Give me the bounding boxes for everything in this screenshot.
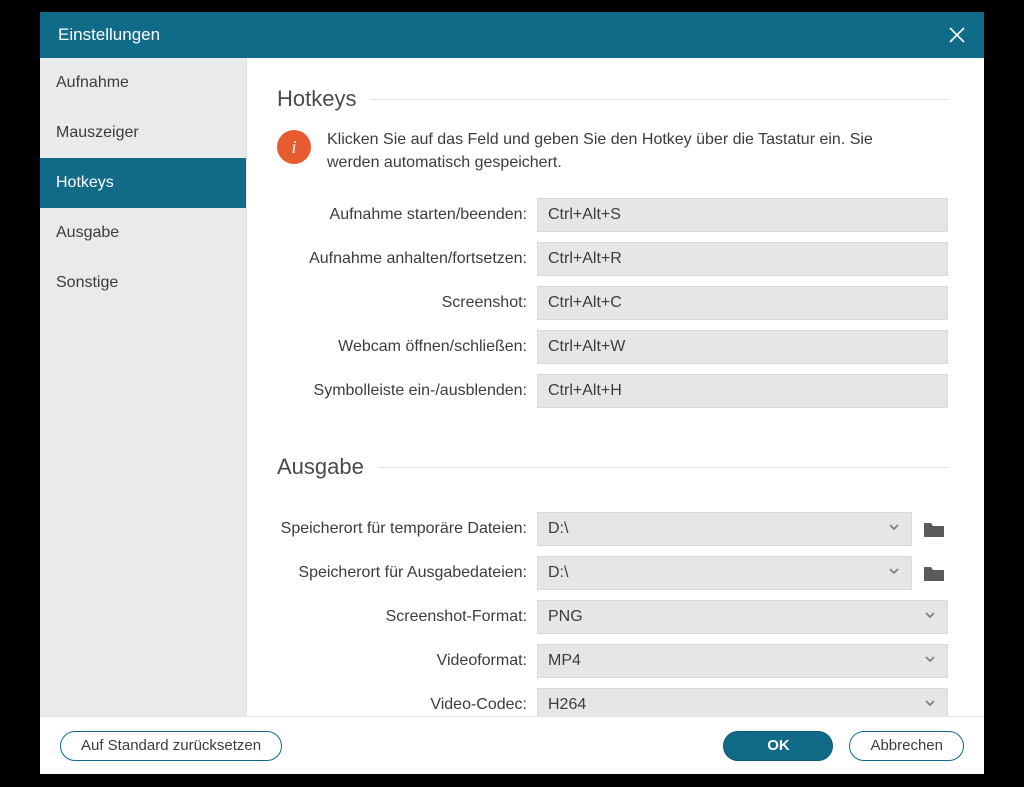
dialog-footer: Auf Standard zurücksetzen OK Abbrechen: [40, 716, 984, 774]
hotkey-input-start-stop[interactable]: Ctrl+Alt+S: [537, 198, 948, 232]
sidebar-item-mauszeiger[interactable]: Mauszeiger: [40, 108, 246, 158]
reset-defaults-button[interactable]: Auf Standard zurücksetzen: [60, 731, 282, 761]
sidebar-item-label: Hotkeys: [56, 174, 114, 192]
section-header-output: Ausgabe: [277, 454, 948, 480]
chevron-down-icon: [923, 608, 937, 627]
output-row-label: Screenshot-Format:: [277, 608, 537, 626]
video-format-select[interactable]: MP4: [537, 644, 948, 678]
hotkey-row-label: Aufnahme starten/beenden:: [277, 206, 537, 224]
chevron-down-icon: [887, 564, 901, 583]
sidebar-item-ausgabe[interactable]: Ausgabe: [40, 208, 246, 258]
main-scroll[interactable]: Hotkeys i Klicken Sie auf das Feld und g…: [247, 58, 984, 716]
chevron-down-icon: [923, 696, 937, 715]
output-row: Speicherort für Ausgabedateien: D:\: [277, 556, 948, 590]
hotkey-row-label: Aufnahme anhalten/fortsetzen:: [277, 250, 537, 268]
chevron-down-icon: [887, 520, 901, 539]
screenshot-format-select[interactable]: PNG: [537, 600, 948, 634]
hotkey-input-screenshot[interactable]: Ctrl+Alt+C: [537, 286, 948, 320]
ok-button[interactable]: OK: [723, 731, 833, 761]
hotkey-input-webcam[interactable]: Ctrl+Alt+W: [537, 330, 948, 364]
hotkey-row: Aufnahme anhalten/fortsetzen: Ctrl+Alt+R: [277, 242, 948, 276]
titlebar: Einstellungen: [40, 12, 984, 58]
dialog-body: Aufnahme Mauszeiger Hotkeys Ausgabe Sons…: [40, 58, 984, 716]
info-icon: i: [277, 130, 311, 164]
close-icon[interactable]: [948, 26, 966, 44]
sidebar-item-label: Mauszeiger: [56, 124, 139, 142]
output-row: Speicherort für temporäre Dateien: D:\: [277, 512, 948, 546]
video-codec-select[interactable]: H264: [537, 688, 948, 716]
divider: [370, 99, 948, 100]
hotkey-row: Screenshot: Ctrl+Alt+C: [277, 286, 948, 320]
output-row: Screenshot-Format: PNG: [277, 600, 948, 634]
section-title: Hotkeys: [277, 86, 356, 112]
main-panel: Hotkeys i Klicken Sie auf das Feld und g…: [247, 58, 984, 716]
output-path-select[interactable]: D:\: [537, 556, 912, 590]
temp-path-select[interactable]: D:\: [537, 512, 912, 546]
hotkey-row-label: Webcam öffnen/schließen:: [277, 338, 537, 356]
output-row-label: Speicherort für temporäre Dateien:: [277, 520, 537, 538]
hotkeys-tip-text: Klicken Sie auf das Feld und geben Sie d…: [327, 128, 887, 174]
hotkey-row: Webcam öffnen/schließen: Ctrl+Alt+W: [277, 330, 948, 364]
sidebar-item-label: Sonstige: [56, 274, 118, 292]
hotkey-row-label: Symbolleiste ein-/ausblenden:: [277, 382, 537, 400]
sidebar-item-label: Aufnahme: [56, 74, 129, 92]
sidebar-item-sonstige[interactable]: Sonstige: [40, 258, 246, 308]
output-row-label: Speicherort für Ausgabedateien:: [277, 564, 537, 582]
sidebar: Aufnahme Mauszeiger Hotkeys Ausgabe Sons…: [40, 58, 247, 716]
sidebar-item-hotkeys[interactable]: Hotkeys: [40, 158, 246, 208]
cancel-button[interactable]: Abbrechen: [849, 731, 964, 761]
output-row-label: Videoformat:: [277, 652, 537, 670]
hotkey-row: Symbolleiste ein-/ausblenden: Ctrl+Alt+H: [277, 374, 948, 408]
section-header-hotkeys: Hotkeys: [277, 86, 948, 112]
hotkey-input-pause-resume[interactable]: Ctrl+Alt+R: [537, 242, 948, 276]
sidebar-item-aufnahme[interactable]: Aufnahme: [40, 58, 246, 108]
section-title: Ausgabe: [277, 454, 364, 480]
hotkey-input-toolbar[interactable]: Ctrl+Alt+H: [537, 374, 948, 408]
settings-dialog: Einstellungen Aufnahme Mauszeiger Hotkey…: [40, 12, 984, 774]
browse-folder-icon[interactable]: [920, 559, 948, 587]
hotkey-row-label: Screenshot:: [277, 294, 537, 312]
output-row-label: Video-Codec:: [277, 696, 537, 714]
browse-folder-icon[interactable]: [920, 515, 948, 543]
output-row: Video-Codec: H264: [277, 688, 948, 716]
chevron-down-icon: [923, 652, 937, 671]
sidebar-item-label: Ausgabe: [56, 224, 119, 242]
window-title: Einstellungen: [58, 25, 160, 45]
output-row: Videoformat: MP4: [277, 644, 948, 678]
hotkey-row: Aufnahme starten/beenden: Ctrl+Alt+S: [277, 198, 948, 232]
divider: [378, 467, 948, 468]
hotkeys-tip: i Klicken Sie auf das Feld und geben Sie…: [277, 128, 948, 174]
